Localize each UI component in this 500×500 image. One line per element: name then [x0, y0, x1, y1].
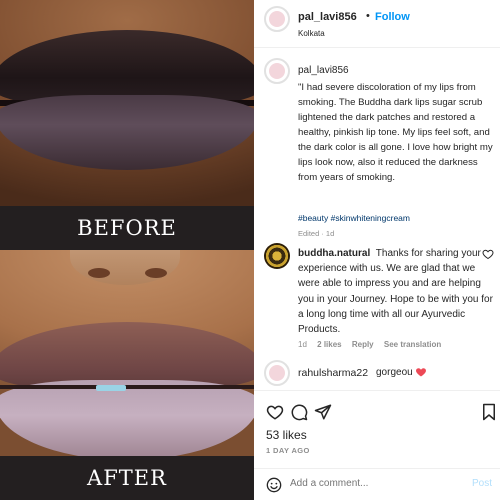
reply-button[interactable]: Reply — [352, 340, 374, 349]
add-comment-input[interactable] — [290, 478, 450, 489]
comment-meta: 1d 2 likes Reply See translation — [298, 340, 449, 349]
comment-username[interactable]: rahulsharma22 — [298, 367, 368, 379]
before-label: BEFORE — [0, 206, 254, 250]
action-bar — [254, 390, 500, 430]
avatar[interactable] — [264, 6, 290, 32]
location-link[interactable]: Kolkata — [298, 29, 325, 38]
comment-avatar[interactable] — [264, 360, 290, 386]
comment-time: 1d — [298, 340, 307, 349]
comment-bar: Post — [254, 468, 500, 500]
comment-avatar[interactable] — [264, 243, 290, 269]
emoji-icon[interactable] — [266, 477, 282, 493]
comment-body: buddha.natural Thanks for sharing your e… — [298, 246, 494, 337]
comment-username[interactable]: buddha.natural — [298, 248, 370, 259]
red-heart-emoji-icon — [416, 368, 426, 377]
after-photo — [0, 250, 254, 456]
comment-text: gorgeou — [376, 367, 413, 378]
separator-dot: • — [366, 10, 370, 22]
hashtags[interactable]: #beauty #skinwhiteningcream — [298, 213, 410, 223]
post-header: pal_lavi856 • Follow Kolkata — [254, 0, 500, 48]
comment-likes[interactable]: 2 likes — [317, 340, 341, 349]
before-photo — [0, 0, 254, 206]
follow-button[interactable]: Follow — [375, 11, 410, 23]
see-translation-link[interactable]: See translation — [384, 340, 441, 349]
post-button[interactable]: Post — [472, 478, 492, 489]
likes-count[interactable]: 53 likes — [266, 428, 307, 442]
caption-text: "I had severe discoloration of my lips f… — [298, 82, 493, 183]
comment-like-heart-icon[interactable] — [482, 248, 494, 260]
share-icon[interactable] — [314, 403, 332, 421]
bookmark-icon[interactable] — [480, 403, 498, 421]
caption-username[interactable]: pal_lavi856 — [298, 65, 349, 76]
post-side-panel: pal_lavi856 • Follow Kolkata pal_lavi856… — [254, 0, 500, 500]
post-age: 1 DAY AGO — [266, 446, 310, 455]
edited-timestamp: Edited · 1d — [298, 229, 335, 238]
heart-icon[interactable] — [266, 403, 284, 421]
post-media[interactable]: BEFORE AFTER — [0, 0, 254, 500]
comment-icon[interactable] — [290, 403, 308, 421]
header-username[interactable]: pal_lavi856 — [298, 11, 357, 23]
after-label: AFTER — [0, 456, 254, 500]
comment-text: Thanks for sharing your experience with … — [298, 248, 493, 336]
caption-avatar[interactable] — [264, 58, 290, 84]
